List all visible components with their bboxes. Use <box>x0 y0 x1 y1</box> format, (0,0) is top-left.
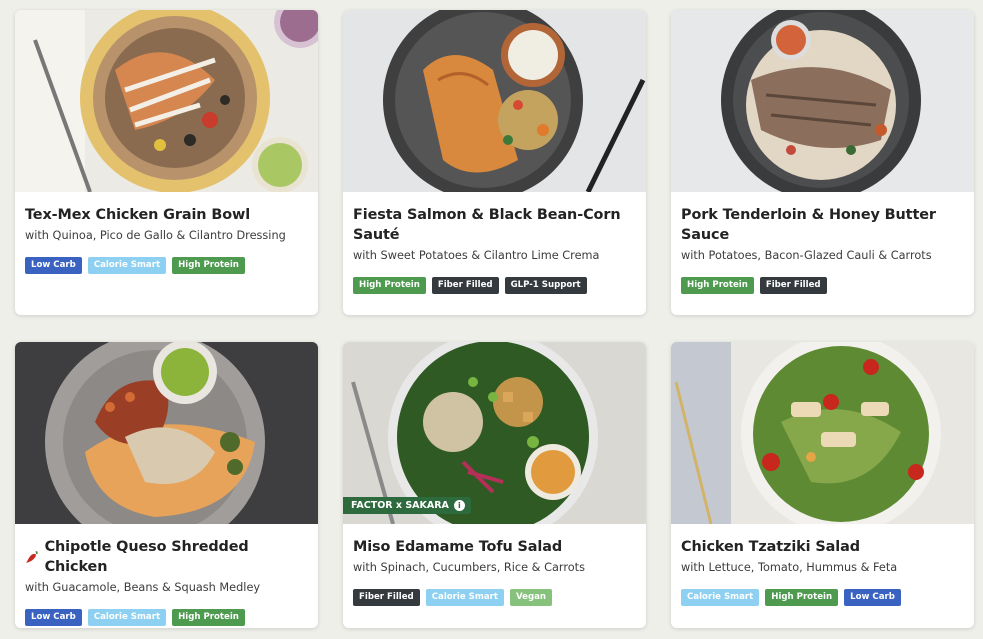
meal-photo[interactable] <box>671 342 974 524</box>
tag-glp1-support: GLP-1 Support <box>504 277 587 294</box>
tag-low-carb: Low Carb <box>844 589 901 606</box>
tag-low-carb: Low Carb <box>25 257 82 274</box>
tag-high-protein: High Protein <box>681 277 754 294</box>
tag-high-protein: High Protein <box>353 277 426 294</box>
meal-card[interactable]: Chipotle Queso Shredded Chicken with Gua… <box>15 342 318 628</box>
meal-title[interactable]: Fiesta Salmon & Black Bean-Corn Sauté <box>353 205 636 245</box>
tag-fiber-filled: Fiber Filled <box>431 277 499 294</box>
meal-card[interactable]: Chicken Tzatziki Salad with Lettuce, Tom… <box>671 342 974 628</box>
meal-card[interactable]: Pork Tenderloin & Honey Butter Sauce wit… <box>671 10 974 315</box>
meal-tags: Low Carb Calorie Smart High Protein <box>25 257 308 274</box>
tag-high-protein: High Protein <box>172 257 245 274</box>
tag-fiber-filled: Fiber Filled <box>353 589 420 606</box>
meal-title[interactable]: Pork Tenderloin & Honey Butter Sauce <box>681 205 964 245</box>
tag-calorie-smart: Calorie Smart <box>425 589 504 606</box>
meal-grid: Tex-Mex Chicken Grain Bowl with Quinoa, … <box>0 0 983 639</box>
meal-subtitle: with Quinoa, Pico de Gallo & Cilantro Dr… <box>25 229 286 242</box>
meal-subtitle: with Sweet Potatoes & Cilantro Lime Crem… <box>353 249 600 262</box>
meal-photo[interactable] <box>15 10 318 192</box>
meal-tags: High Protein Fiber Filled GLP-1 Support <box>353 277 636 294</box>
meal-card[interactable]: Fiesta Salmon & Black Bean-Corn Sauté wi… <box>343 10 646 315</box>
partner-badge[interactable]: FACTOR x SAKARA i <box>343 497 471 514</box>
tag-fiber-filled: Fiber Filled <box>759 277 827 294</box>
tag-calorie-smart: Calorie Smart <box>87 257 167 274</box>
meal-tags: High Protein Fiber Filled <box>681 277 964 294</box>
meal-photo[interactable] <box>343 10 646 192</box>
tag-calorie-smart: Calorie Smart <box>87 609 167 626</box>
meal-card[interactable]: Tex-Mex Chicken Grain Bowl with Quinoa, … <box>15 10 318 315</box>
meal-tags: Fiber Filled Calorie Smart Vegan <box>353 589 636 606</box>
meal-card[interactable]: FACTOR x SAKARA i Miso Edamame Tofu Sala… <box>343 342 646 628</box>
tag-low-carb: Low Carb <box>25 609 82 626</box>
meal-photo[interactable]: FACTOR x SAKARA i <box>343 342 646 524</box>
info-icon[interactable]: i <box>453 500 465 511</box>
tag-high-protein: High Protein <box>172 609 245 626</box>
tag-vegan: Vegan <box>509 589 553 606</box>
meal-title[interactable]: Chipotle Queso Shredded Chicken <box>25 537 308 577</box>
tag-high-protein: High Protein <box>765 589 839 606</box>
meal-title[interactable]: Tex-Mex Chicken Grain Bowl <box>25 205 308 225</box>
meal-photo[interactable] <box>671 10 974 192</box>
meal-photo[interactable] <box>15 342 318 524</box>
meal-title[interactable]: Chicken Tzatziki Salad <box>681 537 964 557</box>
meal-subtitle: with Guacamole, Beans & Squash Medley <box>25 581 261 594</box>
tag-calorie-smart: Calorie Smart <box>681 589 760 606</box>
chili-pepper-icon <box>25 551 38 563</box>
meal-tags: Low Carb Calorie Smart High Protein <box>25 609 308 626</box>
meal-subtitle: with Spinach, Cucumbers, Rice & Carrots <box>353 561 585 574</box>
meal-tags: Calorie Smart High Protein Low Carb <box>681 589 964 606</box>
meal-title[interactable]: Miso Edamame Tofu Salad <box>353 537 636 557</box>
meal-subtitle: with Lettuce, Tomato, Hummus & Feta <box>681 561 898 574</box>
meal-subtitle: with Potatoes, Bacon-Glazed Cauli & Carr… <box>681 249 932 262</box>
